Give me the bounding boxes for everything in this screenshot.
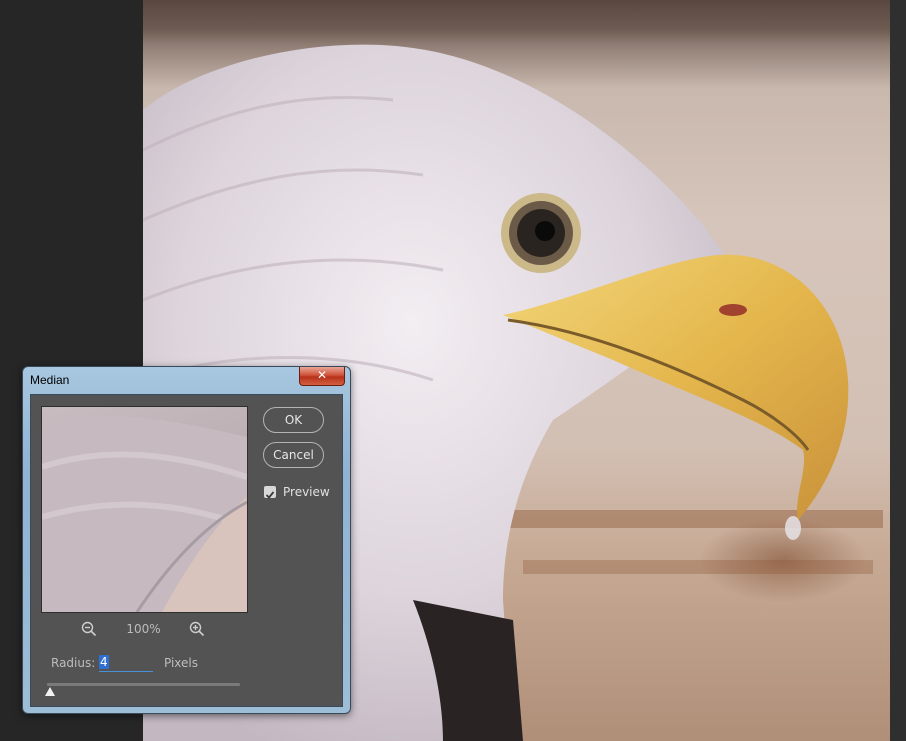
dialog-title: Median (30, 373, 70, 387)
cancel-button[interactable]: Cancel (263, 442, 324, 468)
zoom-percent: 100% (126, 622, 161, 636)
right-edge (890, 0, 906, 741)
radius-value: 4 (99, 655, 109, 669)
filter-preview[interactable] (41, 406, 248, 613)
radius-slider-thumb[interactable] (45, 687, 55, 696)
radius-slider-track[interactable] (47, 683, 240, 686)
close-button[interactable]: ✕ (299, 367, 345, 386)
preview-checkbox[interactable] (264, 486, 276, 499)
radius-input[interactable]: 4 (99, 654, 153, 672)
zoom-out-icon[interactable] (81, 621, 97, 637)
ok-button[interactable]: OK (263, 407, 324, 433)
preview-label: Preview (283, 485, 330, 499)
dialog-body: 100% OK Cancel Preview Radius: 4 Pixels (30, 394, 343, 707)
close-icon: ✕ (316, 368, 328, 382)
radius-unit: Pixels (164, 656, 199, 670)
radius-label: Radius: (51, 656, 96, 670)
preview-image (42, 416, 247, 612)
zoom-in-icon[interactable] (189, 621, 205, 637)
checkmark-icon (265, 491, 275, 499)
median-dialog: Median ✕ 100% OK Cancel Preview Radius: (22, 366, 351, 714)
